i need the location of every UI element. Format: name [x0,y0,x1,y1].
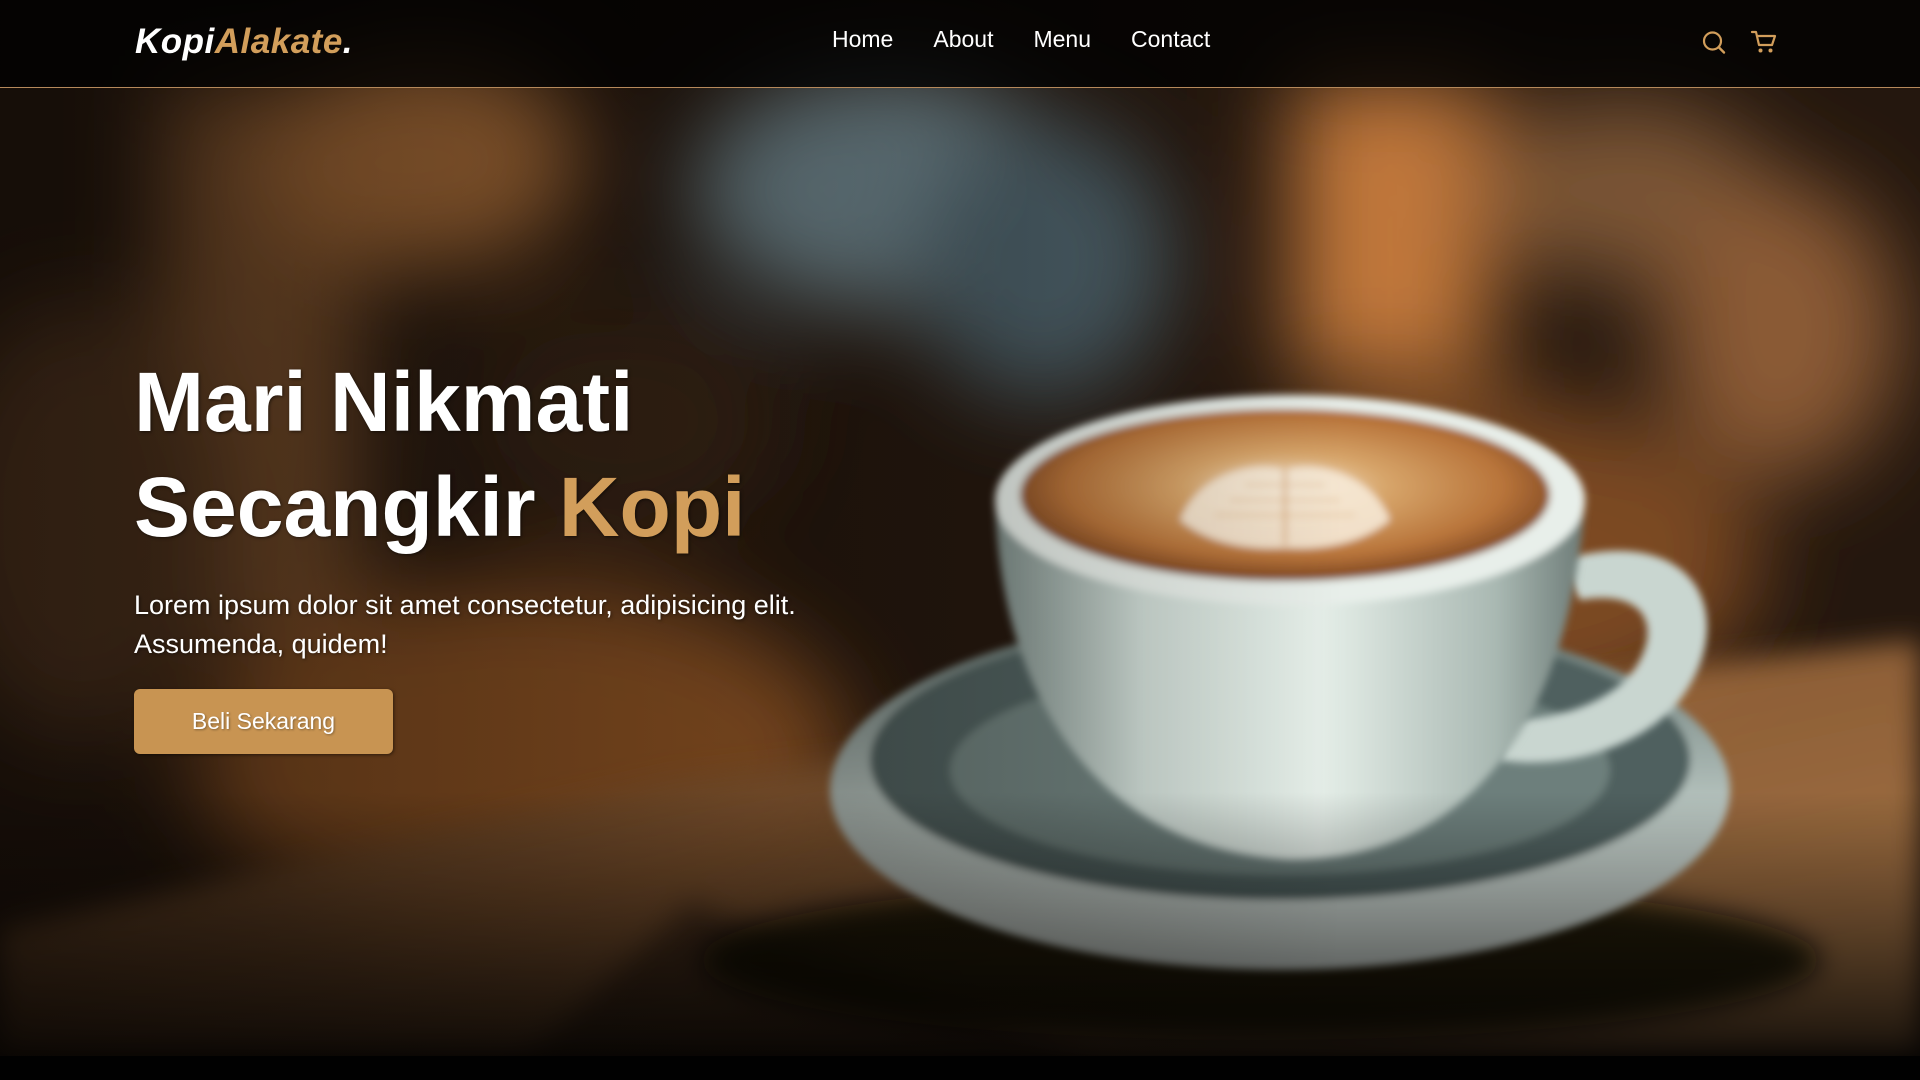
nav-icons [1700,28,1778,56]
hero-title-line2: Secangkir Kopi [134,455,894,560]
hero-content: Mari Nikmati Secangkir Kopi Lorem ipsum … [134,350,894,754]
navbar: KopiAlakate. Home About Menu Contact [0,0,1920,88]
nav-link-about[interactable]: About [933,26,993,53]
search-icon[interactable] [1700,28,1728,56]
bottom-strip [0,1056,1920,1080]
hero-title-accent: Kopi [558,460,746,554]
brand-name-part2: Alakate [214,22,343,61]
brand-name-dot: . [342,22,354,61]
nav-link-menu[interactable]: Menu [1033,26,1091,53]
hero-title-line2-prefix: Secangkir [134,460,559,554]
buy-now-button[interactable]: Beli Sekarang [134,689,393,754]
nav-links: Home About Menu Contact [832,26,1210,53]
shopping-cart-icon[interactable] [1750,28,1778,56]
nav-link-contact[interactable]: Contact [1131,26,1210,53]
hero-title-line1: Mari Nikmati [134,355,634,449]
brand-name-part1: Kopi [135,22,215,61]
brand-logo[interactable]: KopiAlakate. [135,22,353,62]
nav-link-home[interactable]: Home [832,26,893,53]
hero-description: Lorem ipsum dolor sit amet consectetur, … [134,590,796,659]
hero-title: Mari Nikmati Secangkir Kopi [134,350,894,560]
landing-page: KopiAlakate. Home About Menu Contact Mar… [0,0,1920,1080]
